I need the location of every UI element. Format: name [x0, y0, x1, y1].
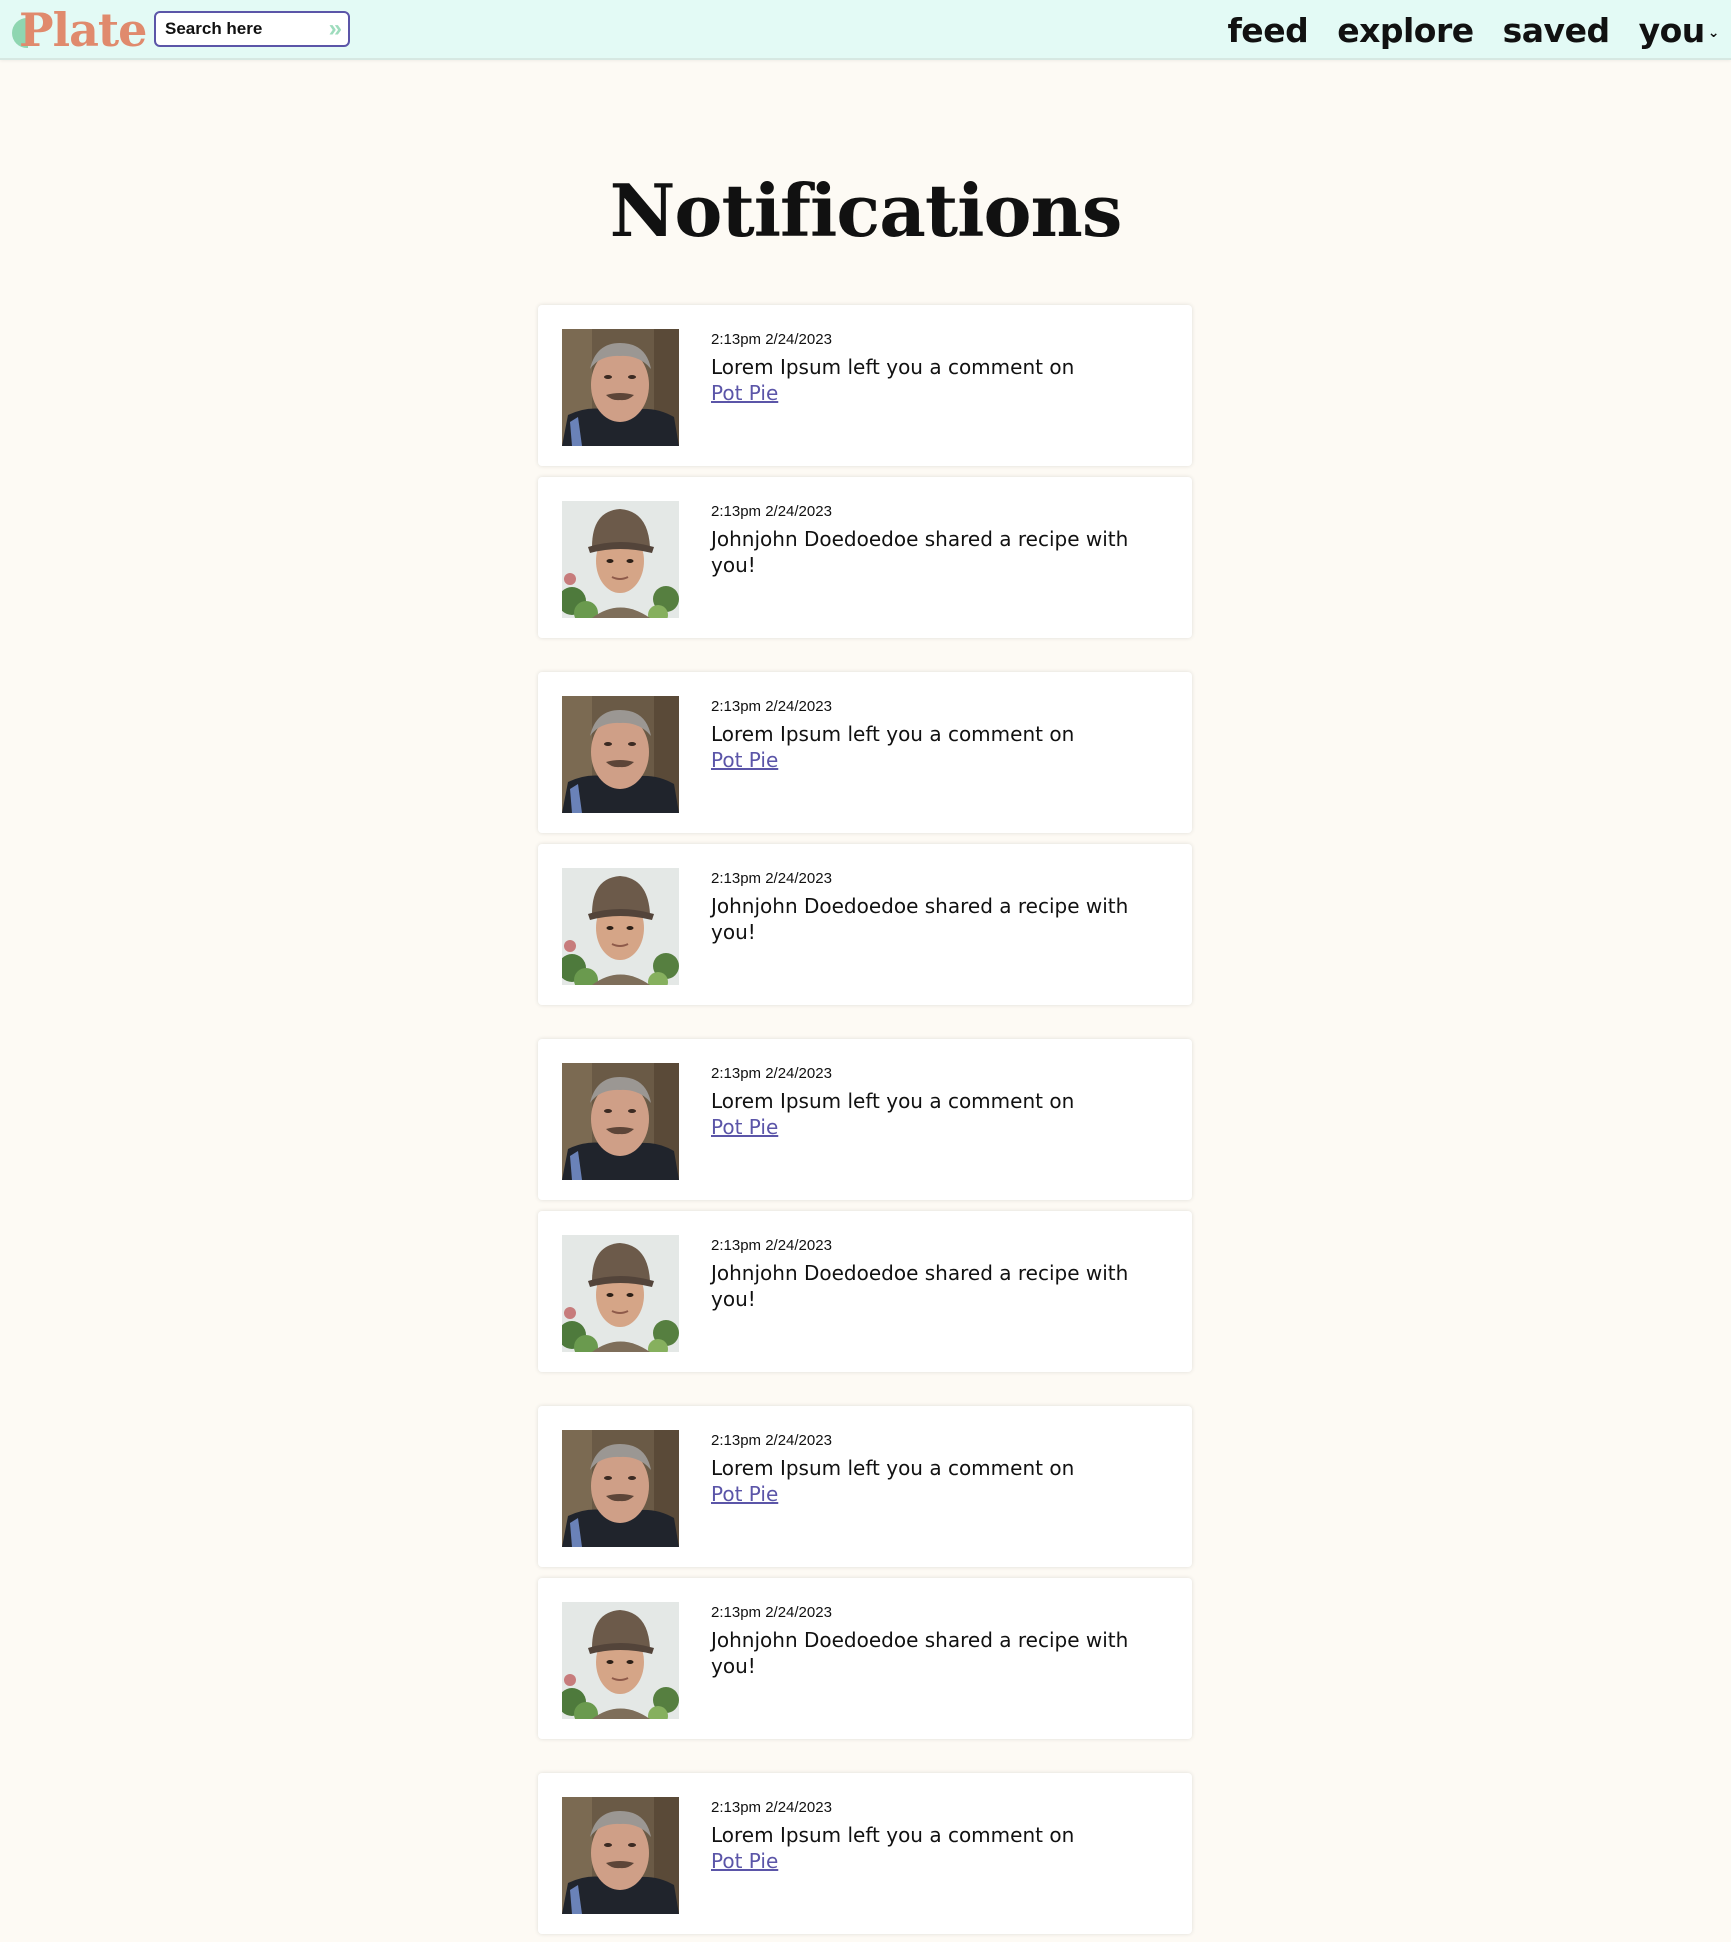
recipe-link[interactable]: Pot Pie — [711, 1114, 778, 1140]
notification-card[interactable]: 2:13pm 2/24/2023 Johnjohn Doedoedoe share… — [538, 1211, 1192, 1372]
notification-timestamp: 2:13pm 2/24/2023 — [711, 331, 832, 348]
notification-card[interactable]: 2:13pm 2/24/2023 Lorem Ipsum left you a c… — [538, 305, 1192, 466]
nav-link-saved[interactable]: saved — [1503, 11, 1610, 50]
notification-timestamp: 2:13pm 2/24/2023 — [711, 503, 832, 520]
man-in-cap-avatar-image — [562, 1235, 679, 1352]
notification-text: Lorem Ipsum left you a comment on — [711, 1456, 1075, 1480]
notification-message: Lorem Ipsum left you a comment on Pot Pie — [711, 721, 1131, 773]
recipe-link[interactable]: Pot Pie — [711, 1481, 778, 1507]
notification-timestamp: 2:13pm 2/24/2023 — [711, 1604, 832, 1621]
man-in-cap-avatar[interactable] — [562, 868, 679, 985]
older-man-avatar-image — [562, 696, 679, 813]
notification-message: Johnjohn Doedoedoe shared a recipe with … — [711, 526, 1131, 578]
notification-message: Johnjohn Doedoedoe shared a recipe with … — [711, 1260, 1131, 1312]
nav-link-you[interactable]: you — [1639, 11, 1706, 50]
notification-timestamp: 2:13pm 2/24/2023 — [711, 1432, 832, 1449]
notification-message: Johnjohn Doedoedoe shared a recipe with … — [711, 893, 1131, 945]
notification-timestamp: 2:13pm 2/24/2023 — [711, 870, 832, 887]
notification-text: Johnjohn Doedoedoe shared a recipe with … — [711, 527, 1129, 577]
plate-logo[interactable]: Plate — [12, 2, 147, 58]
notification-timestamp: 2:13pm 2/24/2023 — [711, 1237, 832, 1254]
chevron-down-icon[interactable]: ⌄ — [1708, 25, 1720, 41]
notification-message: Johnjohn Doedoedoe shared a recipe with … — [711, 1627, 1131, 1679]
notification-timestamp: 2:13pm 2/24/2023 — [711, 698, 832, 715]
man-in-cap-avatar[interactable] — [562, 501, 679, 618]
page-title: Notifications — [609, 168, 1123, 253]
notification-message: Lorem Ipsum left you a comment on Pot Pie — [711, 1455, 1131, 1507]
recipe-link[interactable]: Pot Pie — [711, 1848, 778, 1874]
older-man-avatar-image — [562, 1430, 679, 1547]
notification-card[interactable]: 2:13pm 2/24/2023 Johnjohn Doedoedoe share… — [538, 844, 1192, 1005]
older-man-avatar-image — [562, 1797, 679, 1914]
nav-link-feed[interactable]: feed — [1227, 11, 1308, 50]
notification-message: Lorem Ipsum left you a comment on Pot Pie — [711, 354, 1131, 406]
notification-message: Lorem Ipsum left you a comment on Pot Pie — [711, 1822, 1131, 1874]
logo-text: Plate — [19, 3, 147, 57]
man-in-cap-avatar-image — [562, 501, 679, 618]
notification-message: Lorem Ipsum left you a comment on Pot Pie — [711, 1088, 1131, 1140]
notification-card[interactable]: 2:13pm 2/24/2023 Lorem Ipsum left you a c… — [538, 1039, 1192, 1200]
nav-link-explore[interactable]: explore — [1337, 11, 1474, 50]
notification-card[interactable]: 2:13pm 2/24/2023 Lorem Ipsum left you a c… — [538, 1406, 1192, 1567]
older-man-avatar[interactable] — [562, 1797, 679, 1914]
notification-card[interactable]: 2:13pm 2/24/2023 Lorem Ipsum left you a c… — [538, 672, 1192, 833]
older-man-avatar-image — [562, 1063, 679, 1180]
notification-text: Lorem Ipsum left you a comment on — [711, 355, 1075, 379]
older-man-avatar[interactable] — [562, 1063, 679, 1180]
nav-user-menu[interactable]: you ⌄ — [1639, 11, 1720, 50]
older-man-avatar[interactable] — [562, 696, 679, 813]
man-in-cap-avatar-image — [562, 1602, 679, 1719]
recipe-link[interactable]: Pot Pie — [711, 380, 778, 406]
double-chevron-right-icon[interactable]: » — [329, 16, 342, 42]
notifications-list: 2:13pm 2/24/2023 Lorem Ipsum left you a c… — [538, 305, 1192, 1934]
notification-text: Johnjohn Doedoedoe shared a recipe with … — [711, 1628, 1129, 1678]
man-in-cap-avatar[interactable] — [562, 1602, 679, 1719]
search-input[interactable] — [156, 19, 315, 39]
notification-card[interactable]: 2:13pm 2/24/2023 Lorem Ipsum left you a c… — [538, 1773, 1192, 1934]
notification-timestamp: 2:13pm 2/24/2023 — [711, 1065, 832, 1082]
notification-card[interactable]: 2:13pm 2/24/2023 Johnjohn Doedoedoe share… — [538, 477, 1192, 638]
older-man-avatar-image — [562, 329, 679, 446]
notification-card[interactable]: 2:13pm 2/24/2023 Johnjohn Doedoedoe share… — [538, 1578, 1192, 1739]
main-nav: feed explore saved you ⌄ — [1198, 0, 1731, 60]
notification-text: Lorem Ipsum left you a comment on — [711, 1089, 1075, 1113]
notification-text: Johnjohn Doedoedoe shared a recipe with … — [711, 1261, 1129, 1311]
older-man-avatar[interactable] — [562, 329, 679, 446]
notification-text: Lorem Ipsum left you a comment on — [711, 722, 1075, 746]
recipe-link[interactable]: Pot Pie — [711, 747, 778, 773]
older-man-avatar[interactable] — [562, 1430, 679, 1547]
notification-timestamp: 2:13pm 2/24/2023 — [711, 1799, 832, 1816]
man-in-cap-avatar-image — [562, 868, 679, 985]
man-in-cap-avatar[interactable] — [562, 1235, 679, 1352]
notification-text: Lorem Ipsum left you a comment on — [711, 1823, 1075, 1847]
search-box: » — [154, 11, 350, 47]
notification-text: Johnjohn Doedoedoe shared a recipe with … — [711, 894, 1129, 944]
top-navbar: Plate » feed explore saved you ⌄ — [0, 0, 1731, 60]
